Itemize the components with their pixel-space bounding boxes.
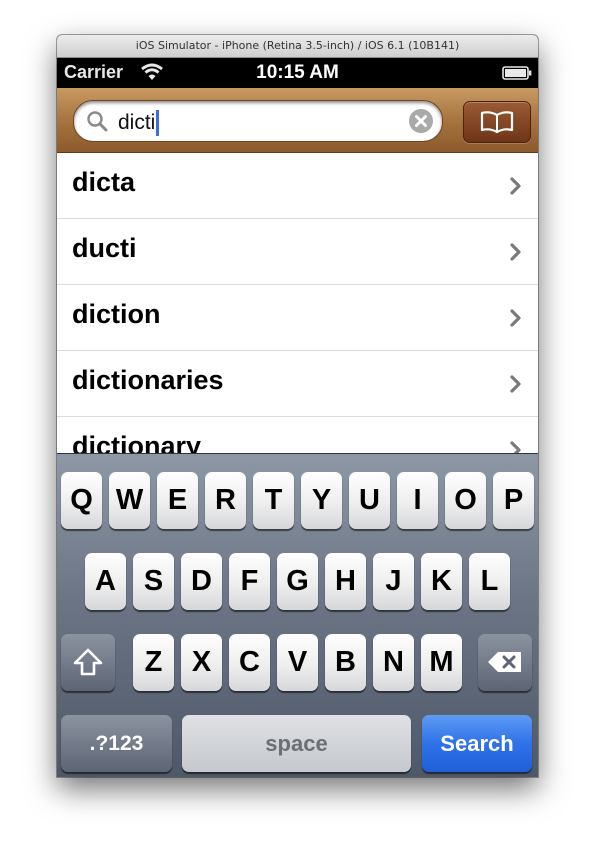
key-g[interactable]: G <box>277 553 318 610</box>
key-e[interactable]: E <box>157 472 198 529</box>
key-f[interactable]: F <box>229 553 270 610</box>
key-w[interactable]: W <box>109 472 150 529</box>
key-r[interactable]: R <box>205 472 246 529</box>
key-i[interactable]: I <box>397 472 438 529</box>
result-word: ducti <box>72 233 137 263</box>
space-key[interactable]: space <box>182 715 411 772</box>
key-x[interactable]: X <box>181 634 222 691</box>
status-time: 10:15 AM <box>256 62 339 83</box>
key-d[interactable]: D <box>181 553 222 610</box>
key-a[interactable]: A <box>85 553 126 610</box>
search-field[interactable]: dicti <box>73 100 443 142</box>
shift-icon <box>73 648 103 676</box>
search-bar: dicti <box>57 88 538 153</box>
status-bar: Carrier 10:15 AM <box>57 58 538 88</box>
text-caret <box>156 110 160 136</box>
list-item[interactable]: diction <box>57 285 538 351</box>
bookmarks-button[interactable] <box>463 101 531 143</box>
key-b[interactable]: B <box>325 634 366 691</box>
result-word: diction <box>72 299 161 329</box>
chevron-right-icon <box>510 441 521 453</box>
battery-icon <box>502 66 532 85</box>
chevron-right-icon <box>510 243 521 261</box>
result-word: dictionary <box>72 431 202 453</box>
simulator-window: iOS Simulator - iPhone (Retina 3.5-inch)… <box>57 35 538 777</box>
shift-key[interactable] <box>61 634 115 691</box>
key-t[interactable]: T <box>253 472 294 529</box>
chevron-right-icon <box>510 177 521 195</box>
key-v[interactable]: V <box>277 634 318 691</box>
key-y[interactable]: Y <box>301 472 342 529</box>
result-word: dicta <box>72 167 136 197</box>
key-l[interactable]: L <box>469 553 510 610</box>
search-icon <box>86 110 108 137</box>
key-h[interactable]: H <box>325 553 366 610</box>
search-input[interactable]: dicti <box>118 110 160 136</box>
delete-key[interactable] <box>478 634 532 691</box>
key-m[interactable]: M <box>421 634 462 691</box>
chevron-right-icon <box>510 309 521 327</box>
keyboard: Q W E R T Y U I O P A S D F G H J K L Z … <box>57 453 538 777</box>
clear-icon[interactable] <box>408 108 434 139</box>
search-query-text: dicti <box>118 111 156 134</box>
numbers-key[interactable]: .?123 <box>61 715 172 772</box>
list-item[interactable]: dictionary <box>57 417 538 453</box>
list-item[interactable]: dicta <box>57 153 538 219</box>
key-s[interactable]: S <box>133 553 174 610</box>
chevron-right-icon <box>510 375 521 393</box>
list-item[interactable]: dictionaries <box>57 351 538 417</box>
backspace-icon <box>488 652 521 672</box>
window-title: iOS Simulator - iPhone (Retina 3.5-inch)… <box>57 35 538 58</box>
key-u[interactable]: U <box>349 472 390 529</box>
results-list: dicta ducti diction dictionaries diction… <box>57 153 538 453</box>
key-k[interactable]: K <box>421 553 462 610</box>
key-n[interactable]: N <box>373 634 414 691</box>
search-key[interactable]: Search <box>422 715 532 772</box>
key-q[interactable]: Q <box>61 472 102 529</box>
key-j[interactable]: J <box>373 553 414 610</box>
key-p[interactable]: P <box>493 472 534 529</box>
key-z[interactable]: Z <box>133 634 174 691</box>
result-word: dictionaries <box>72 365 224 395</box>
list-item[interactable]: ducti <box>57 219 538 285</box>
book-icon <box>480 111 514 134</box>
key-c[interactable]: C <box>229 634 270 691</box>
key-o[interactable]: O <box>445 472 486 529</box>
